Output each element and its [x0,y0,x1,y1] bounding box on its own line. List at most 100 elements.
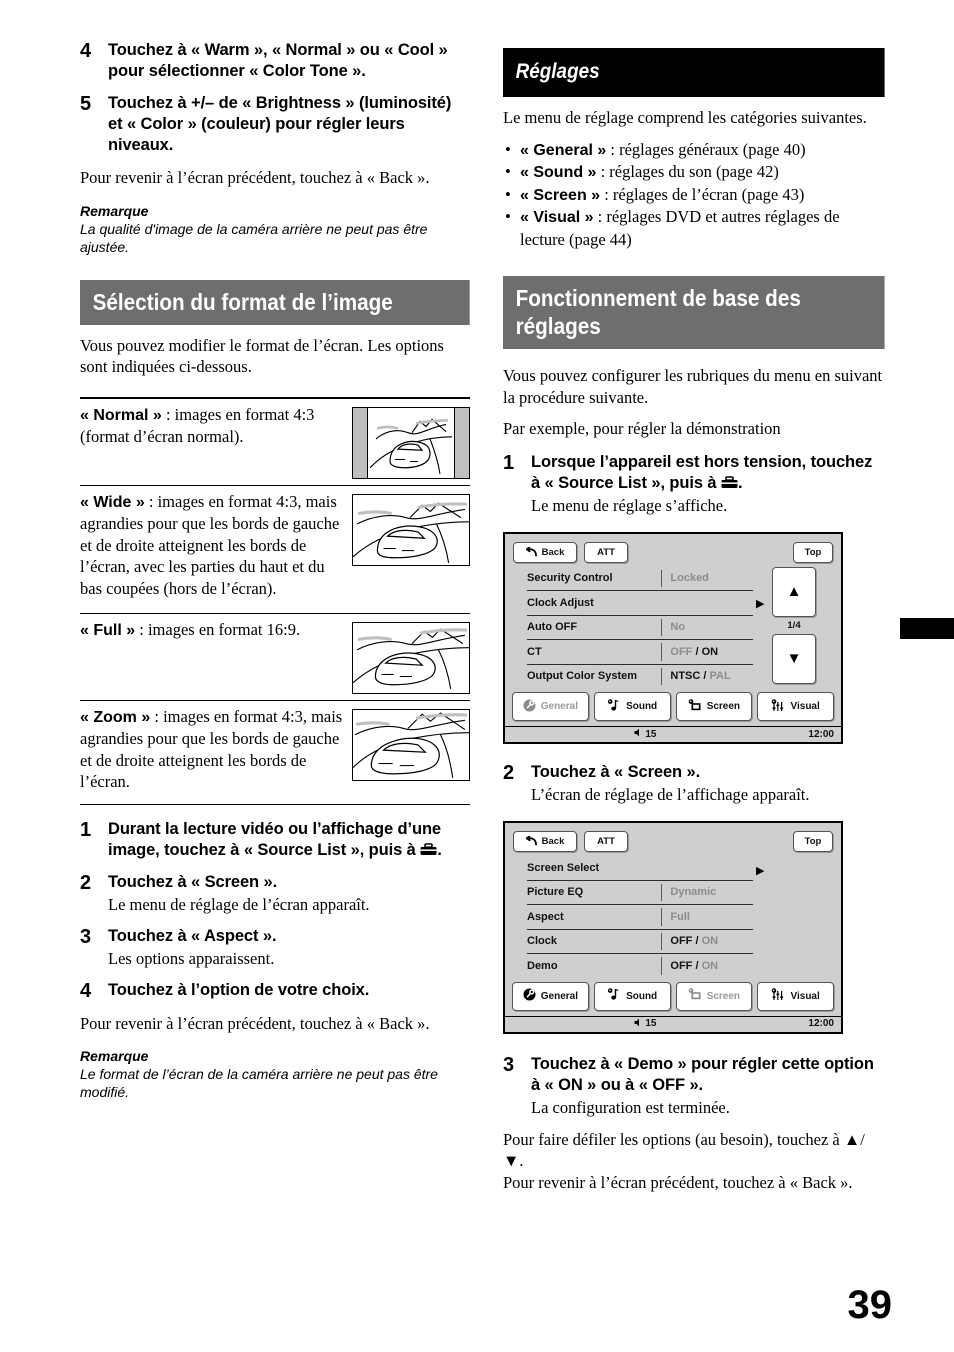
row-divider [661,594,662,612]
edge-tab-marker [900,618,954,639]
device-menu-body: Security Control Locked Clock Adjust Aut… [505,565,841,689]
tab-label: Visual [790,701,820,712]
menu-row-output-color-system[interactable]: Output Color System NTSC / PAL [527,665,753,689]
row-label: Clock Adjust [527,596,594,609]
step-1-source-list: 1 Durant la lecture vidéo ou l’affichage… [80,819,470,861]
tab-visual[interactable]: Visual [757,981,834,1011]
row-value: NTSC / PAL [670,670,731,683]
scene [353,623,469,693]
step-number: 4 [80,40,92,62]
submenu-caret-icon: ▶ [756,597,765,610]
back-arrow-icon [524,835,538,847]
device-screen-general-menu[interactable]: Back ATT Top Security Control Locked Clo… [503,531,843,744]
top-button[interactable]: Top [793,831,833,852]
row-value-off: OFF [670,645,693,658]
row-label: Security Control [527,572,613,585]
format-thumbnail-wide [352,491,470,566]
volume-value: 15 [645,1018,657,1029]
row-value: Locked [670,572,709,584]
top-button[interactable]: Top [793,541,833,563]
tab-label: Sound [626,990,658,1002]
step-5-brightness-color: 5 Touchez à +/– de « Brightness » (lumin… [80,93,470,156]
remark-text: La qualité d'image de la caméra arrière … [80,220,428,255]
category-item-sound: « Sound » : réglages du son (page 42) [503,161,885,184]
tab-general[interactable]: General [512,981,589,1011]
att-button[interactable]: ATT [584,831,628,852]
row-divider [661,883,663,901]
category-desc: : réglages de l’écran (page 43) [600,184,805,204]
visual-sliders-icon [771,988,785,1004]
screen-monitor-icon [688,988,702,1004]
menu-row-clock[interactable]: Clock OFF / ON [527,930,753,954]
step-number: 4 [80,979,92,1002]
format-thumbnail-normal [352,404,470,479]
screen-monitor-icon [688,698,702,715]
menu-row-security-control[interactable]: Security Control Locked [527,567,753,591]
menu-row-ct[interactable]: CT OFF / ON [527,640,753,665]
menu-row-picture-eq[interactable]: Picture EQ Dynamic [527,881,753,905]
scene [367,407,455,478]
step-title: Touchez à « Demo » pour régler cette opt… [531,1054,874,1094]
back-button[interactable]: Back [513,831,577,852]
menu-row-demo[interactable]: Demo OFF / ON [527,954,753,978]
back-arrow-icon [524,546,538,558]
row-label: Screen Select [527,861,600,874]
back-note: Pour revenir à l’écran précédent, touche… [80,168,430,187]
row-label: Auto OFF [527,621,578,634]
device-screen-screen-menu[interactable]: Back ATT Top Screen Select Picture EQ Dy… [503,821,843,1034]
format-thumbnail-full [352,619,470,694]
remark-2-text: Le format de l’écran de la caméra arrièr… [80,1066,438,1100]
row-value: OFF / ON [670,935,719,948]
row-value-dim: No [670,621,686,634]
step-title-text: Durant la lecture vidéo ou l’affichage d… [108,819,441,859]
step-4-color-tone: 4 Touchez à « Warm », « Normal » ou « Co… [80,40,470,82]
tab-label: Screen [706,990,741,1002]
back-label: Back [541,546,565,558]
device-topbar: Back ATT Top [505,534,841,565]
category-name: « Sound » [520,164,597,181]
row-value-dim: Dynamic [670,886,717,899]
fonctionnement-intro: Vous pouvez configurer les rubriques du … [503,366,883,407]
device-menu-rows: Screen Select Picture EQ Dynamic Aspect … [505,854,753,978]
remark-heading: Remarque [80,202,149,219]
scroll-down-button[interactable]: ▼ [772,633,816,684]
step-title: Durant la lecture vidéo ou l’affichage d… [108,819,470,861]
general-wrench-icon [523,699,536,715]
scene [353,495,469,565]
row-value-on: ON [701,645,719,658]
format-name: « Zoom » [80,708,151,726]
row-value-on: NTSC [670,670,701,683]
row-divider [661,859,662,877]
submenu-caret-icon: ▶ [756,865,765,877]
row-value-dim: ON [701,935,719,948]
tab-general[interactable]: General [512,692,589,721]
back-button[interactable]: Back [513,541,577,563]
section-header-reglages: Réglages [503,48,885,97]
tab-screen[interactable]: Screen [675,981,753,1011]
menu-row-screen-select[interactable]: Screen Select [527,856,753,881]
section-header-fonctionnement: Fonctionnement de base des réglages [503,276,885,349]
att-button[interactable]: ATT [584,541,628,563]
device-scroll-controls: ▶ [753,854,841,978]
menu-row-clock-adjust[interactable]: Clock Adjust [527,591,753,616]
tab-screen[interactable]: Screen [675,692,753,721]
step-number: 2 [80,871,92,894]
format-thumbnail-zoom [352,706,470,781]
scroll-up-button[interactable]: ▲ [772,566,816,617]
tab-sound[interactable]: Sound [593,981,671,1011]
step-subtext: La configuration est terminée. [531,1097,730,1117]
tab-sound[interactable]: Sound [593,692,671,721]
step-title: Touchez à « Aspect ». [108,926,277,945]
device-topbar: Back ATT Top [505,823,841,854]
settings-categories-list: « General » : réglages généraux (page 40… [503,139,885,251]
menu-row-auto-off[interactable]: Auto OFF No [527,616,753,640]
tab-visual[interactable]: Visual [757,692,834,721]
format-row-wide: « Wide » : images en format 4:3, mais ag… [80,486,470,614]
device-status-bar: 15 12:00 [505,1015,841,1032]
menu-row-aspect[interactable]: Aspect Full [527,905,753,930]
row-value: No [670,621,685,633]
step-subtext: Le menu de réglage de l’écran apparaît. [108,894,370,914]
row-value-dim: Full [670,910,690,923]
category-item-general: « General » : réglages généraux (page 40… [503,139,885,162]
sound-note-icon [607,698,621,715]
